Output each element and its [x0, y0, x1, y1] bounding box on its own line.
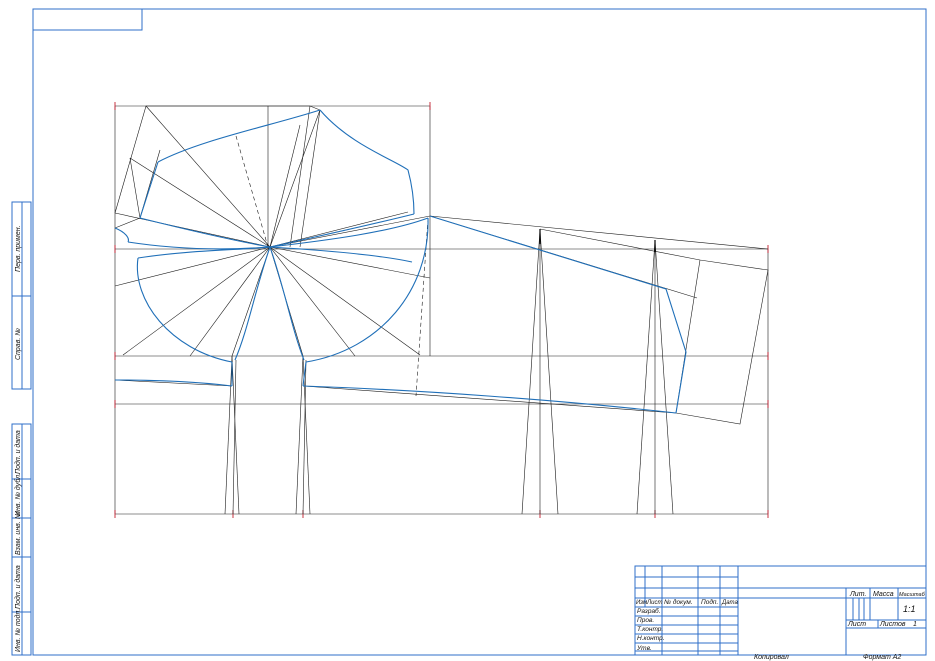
side-label-vzam: Взам. инв. № [15, 511, 22, 555]
drawing-sheet: Перв. примен. Справ. № Подп. и дата Инв.… [11, 8, 927, 661]
role-utv: Утв. [636, 645, 652, 652]
side-label-podp-2: Подп. и дата [14, 565, 22, 609]
col-doc: № докум. [664, 598, 693, 606]
mass-label: Масса [873, 591, 894, 598]
side-stamp: Перв. примен. Справ. № Подп. и дата Инв.… [11, 201, 32, 656]
top-corner-box [32, 8, 143, 31]
scale-label: Масштаб [899, 592, 926, 598]
copied-label: Копировал [754, 654, 789, 661]
scale-value: 1:1 [903, 604, 916, 614]
format-label: Формат A2 [863, 654, 901, 661]
role-tkontr: Т.контр. [637, 626, 663, 633]
col-list: Лист [646, 600, 662, 606]
pattern-drawing [114, 102, 769, 518]
title-block: Изм Лист № докум. Подп. Дата Разраб. Про… [634, 565, 927, 656]
sheets-label: Листов [879, 621, 906, 628]
side-label-podp-1: Подп. и дата [14, 430, 22, 474]
role-nkontr: Н.контр. [637, 635, 665, 642]
lit-label: Лит. [849, 591, 866, 598]
sheet-label: Лист [847, 621, 866, 628]
side-label-sprav: Справ. № [15, 328, 22, 360]
col-podp: Подп. [701, 598, 718, 606]
sheets-value: 1 [913, 621, 917, 628]
side-label-perv: Перв. примен. [15, 225, 22, 272]
side-label-inv-podp: Инв. № подп. [14, 609, 22, 652]
role-razrab: Разраб. [637, 607, 661, 615]
col-data: Дата [721, 600, 738, 606]
side-label-inv-dubl: Инв. № дубл. [14, 473, 22, 516]
role-prov: Пров. [637, 617, 654, 624]
col-izm: Изм [636, 600, 647, 606]
